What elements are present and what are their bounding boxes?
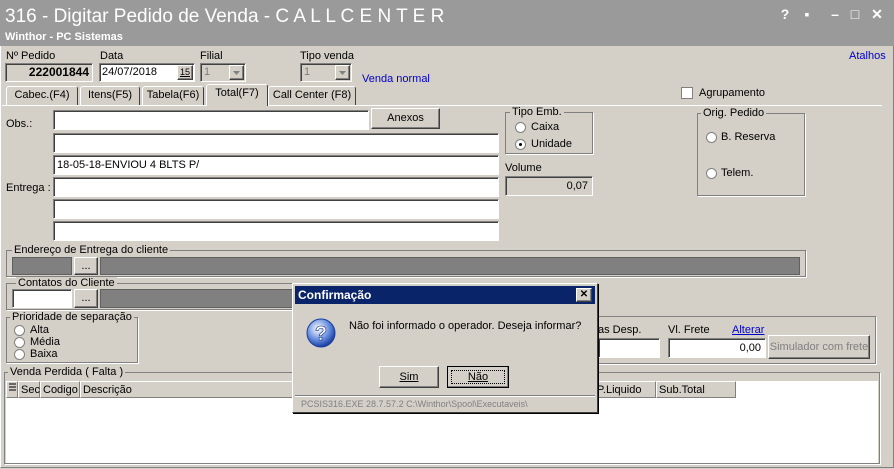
endereco-code-field <box>12 257 72 275</box>
window-subtitle: Winthor - PC Sistemas <box>5 31 123 43</box>
tipo-venda-value: 1 <box>304 66 311 78</box>
obs-line-2[interactable] <box>53 133 499 153</box>
nao-button-label: Não <box>467 371 489 383</box>
help-button[interactable]: ? <box>776 6 794 22</box>
simulador-frete-button[interactable]: Simulador com frete <box>768 335 870 359</box>
contato-description-field <box>100 289 296 308</box>
tipo-venda-dropdown-icon[interactable] <box>335 65 350 80</box>
col-sec[interactable]: Sec <box>18 381 40 398</box>
frete-label: Vl. Frete <box>668 324 710 336</box>
restore-icon-button[interactable]: ▪ <box>798 6 816 22</box>
entrega-line-2[interactable] <box>53 199 499 219</box>
dialog-close-button[interactable]: ✕ <box>576 288 592 302</box>
prioridade-group <box>6 317 138 363</box>
window-title: 316 - Digitar Pedido de Venda - C A L L … <box>5 6 445 27</box>
obs-label: Obs.: <box>6 118 33 130</box>
contatos-label: Contatos do Cliente <box>16 277 117 289</box>
col-codigo[interactable]: Codigo <box>40 381 80 398</box>
entrega-label: Entrega : <box>6 182 51 194</box>
alterar-link[interactable]: Alterar <box>732 324 764 336</box>
close-button[interactable]: ✕ <box>868 6 886 23</box>
tipo-venda-description: Venda normal <box>362 73 430 85</box>
grid-menu-icon[interactable] <box>6 381 18 398</box>
pedido-number-field: 222001844 <box>5 63 93 82</box>
media-radio[interactable] <box>14 337 25 348</box>
tipo-emb-label: Tipo Emb. <box>510 106 564 118</box>
endereco-label: Endereço de Entrega do cliente <box>12 244 171 256</box>
confirmation-dialog: Confirmação ✕ ? Não foi informado o oper… <box>292 283 598 413</box>
telem-radio[interactable] <box>706 168 717 179</box>
col-p-liquido[interactable]: P.Liquido <box>594 381 656 398</box>
obs-line-3-text: 18-05-18-ENVIOU 4 BLTS P/ <box>57 159 200 171</box>
b-reserva-label: B. Reserva <box>721 131 776 143</box>
maximize-button[interactable]: □ <box>846 6 864 22</box>
calendar-icon[interactable]: 15 <box>177 65 193 80</box>
filial-label: Filial <box>200 50 223 62</box>
desp-field[interactable] <box>598 338 660 358</box>
frete-value: 0,00 <box>739 342 761 354</box>
alta-radio[interactable] <box>14 325 25 336</box>
dialog-divider <box>295 395 595 397</box>
nao-button[interactable]: Não <box>447 366 509 388</box>
question-glyph: ? <box>315 323 327 345</box>
tab-total[interactable]: Total(F7) <box>206 84 268 106</box>
data-label: Data <box>100 50 124 62</box>
agrupamento-checkbox[interactable] <box>681 87 693 99</box>
alta-label: Alta <box>30 324 49 336</box>
unidade-radio[interactable] <box>515 139 526 150</box>
endereco-lookup-button[interactable]: ... <box>74 257 98 275</box>
dialog-status-text: PCSIS316.EXE 28.7.57.2 C:\Winthor\Spool\… <box>301 399 528 409</box>
obs-line-3[interactable]: 18-05-18-ENVIOU 4 BLTS P/ <box>53 155 499 175</box>
tab-panel-border <box>2 105 882 106</box>
tab-tabela[interactable]: Tabela(F6) <box>142 86 204 105</box>
filial-value: 1 <box>204 66 211 78</box>
contato-lookup-button[interactable]: ... <box>74 289 98 308</box>
pedido-label: Nº Pedido <box>6 50 56 62</box>
question-icon: ? <box>305 317 337 349</box>
frete-field[interactable]: 0,00 <box>668 338 766 358</box>
baixa-radio[interactable] <box>14 349 25 360</box>
minimize-button[interactable]: – <box>826 6 844 22</box>
entrega-line-1[interactable] <box>53 177 499 197</box>
sim-button[interactable]: Sim <box>379 366 439 388</box>
date-value: 24/07/2018 <box>102 66 158 78</box>
tipo-venda-label: Tipo venda <box>300 50 355 62</box>
prioridade-label: Prioridade de separação <box>10 311 134 323</box>
endereco-description-field <box>100 257 800 275</box>
dialog-title: Confirmação <box>295 286 595 304</box>
desp-label: as Desp. <box>598 324 642 336</box>
b-reserva-radio[interactable] <box>706 132 717 143</box>
anexos-button[interactable]: Anexos <box>371 108 440 129</box>
volume-label: Volume <box>505 162 542 174</box>
contato-code-field[interactable] <box>12 289 72 308</box>
media-label: Média <box>30 336 60 348</box>
entrega-line-3[interactable] <box>53 221 499 241</box>
sim-button-label: Sim <box>399 371 419 383</box>
tab-call-center[interactable]: Call Center (F8) <box>268 86 356 105</box>
orig-pedido-label: Orig. Pedido <box>701 107 767 119</box>
unidade-label: Unidade <box>531 138 572 150</box>
dialog-message: Não foi informado o operador. Deseja inf… <box>349 320 582 332</box>
baixa-label: Baixa <box>30 348 58 360</box>
col-sub-total[interactable]: Sub.Total <box>656 381 736 398</box>
obs-line-1[interactable] <box>53 110 369 130</box>
volume-field: 0,07 <box>505 176 593 196</box>
venda-perdida-label: Venda Perdida ( Falta ) <box>8 366 126 378</box>
caixa-radio[interactable] <box>515 122 526 133</box>
orig-pedido-group <box>697 113 805 196</box>
atalhos-link[interactable]: Atalhos <box>849 50 886 62</box>
filial-dropdown-icon[interactable] <box>229 65 244 80</box>
caixa-label: Caixa <box>531 121 560 133</box>
tab-cabec[interactable]: Cabec.(F4) <box>6 86 78 105</box>
agrupamento-label: Agrupamento <box>699 87 766 99</box>
telem-label: Telem. <box>721 167 754 179</box>
tab-itens[interactable]: Itens(F5) <box>80 86 140 105</box>
